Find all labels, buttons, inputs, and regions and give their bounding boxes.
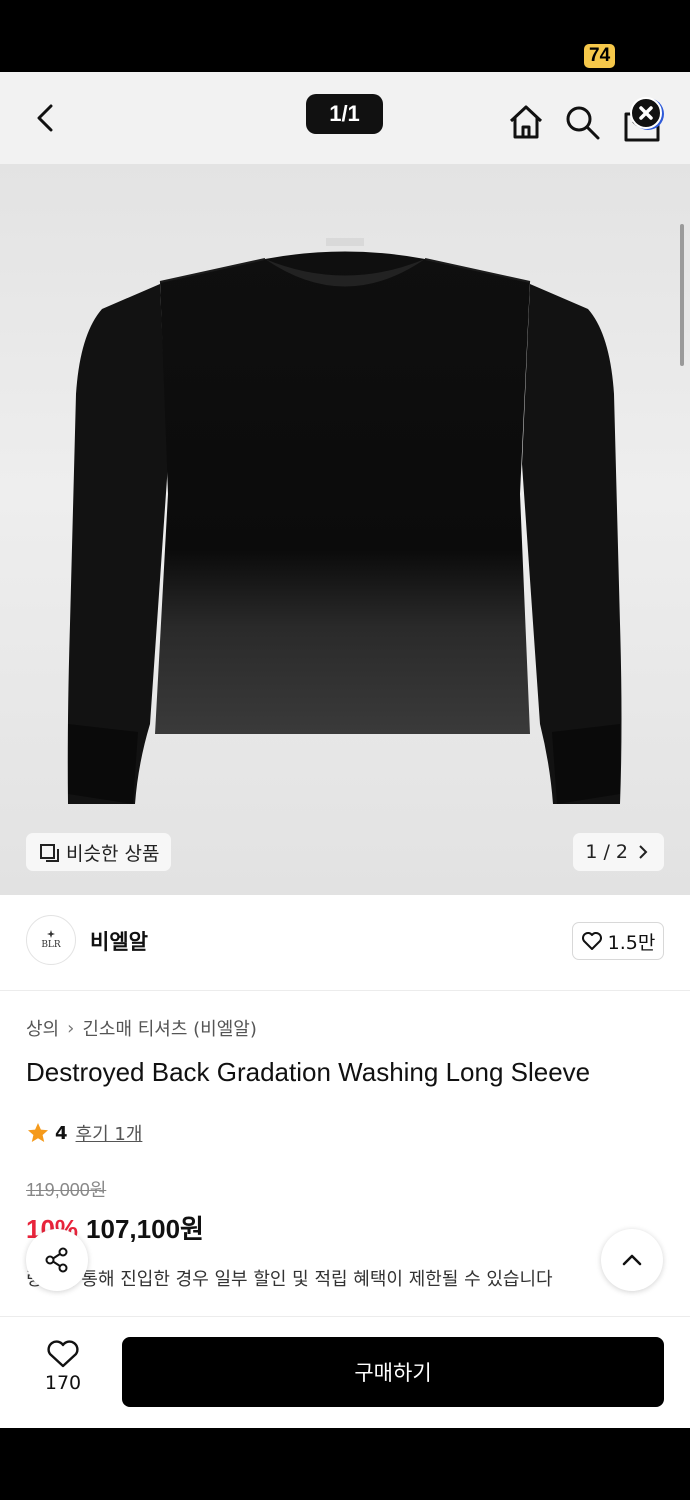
brand-logo[interactable]: BLR bbox=[26, 915, 76, 965]
back-arrow-icon bbox=[37, 104, 53, 132]
breadcrumb-subcategory[interactable]: 긴소매 티셔츠 (비엘알) bbox=[82, 1015, 257, 1041]
star-icon bbox=[28, 1123, 48, 1142]
share-button[interactable] bbox=[26, 1229, 88, 1291]
brand-row[interactable]: BLR 비엘알 1.5만 bbox=[0, 895, 690, 991]
image-counter-button[interactable]: 1 / 2 bbox=[573, 833, 664, 871]
wishlist-count: 170 bbox=[44, 1372, 82, 1394]
product-image-carousel[interactable]: 비슷한 상품 1 / 2 bbox=[0, 164, 690, 895]
original-price: 119,000원 bbox=[26, 1180, 107, 1200]
scroll-indicator bbox=[680, 224, 684, 366]
top-header: 1/1 bbox=[0, 72, 690, 164]
rating-value: 4 bbox=[55, 1122, 68, 1144]
share-icon bbox=[45, 1247, 68, 1273]
rating-row: 4 후기 1개 bbox=[26, 1120, 142, 1146]
home-button[interactable] bbox=[506, 102, 546, 142]
search-button[interactable] bbox=[562, 102, 602, 142]
home-icon bbox=[509, 105, 543, 139]
similar-products-label: 비슷한 상품 bbox=[66, 842, 160, 865]
product-image bbox=[67, 238, 622, 804]
breadcrumb-category[interactable]: 상의 bbox=[26, 1015, 59, 1041]
image-counter-label: 1 / 2 bbox=[585, 841, 628, 863]
wishlist-button[interactable]: 170 bbox=[30, 1339, 96, 1405]
chevron-right-icon bbox=[639, 845, 648, 859]
heart-icon bbox=[47, 1340, 79, 1368]
close-icon bbox=[639, 106, 653, 120]
link-discount-notice: 링크를 통해 진입한 경우 일부 할인 및 적립 혜택이 제한될 수 있습니다 bbox=[26, 1269, 553, 1290]
brand-logo-image: BLR bbox=[41, 930, 61, 950]
brand-logo-text: BLR bbox=[41, 940, 61, 950]
product-title: Destroyed Back Gradation Washing Long Sl… bbox=[26, 1057, 591, 1087]
back-button[interactable] bbox=[26, 98, 66, 138]
buy-button[interactable]: 구매하기 bbox=[122, 1337, 664, 1407]
search-icon bbox=[566, 106, 600, 140]
chevron-up-icon bbox=[622, 1254, 642, 1266]
bottom-action-bar: 170 구매하기 bbox=[0, 1316, 690, 1428]
product-screen: 1/1 비슷한 상품 1 / 2 BLR 비엘알 1.5만 상의 › 긴소매 티… bbox=[0, 72, 690, 1428]
image-page-indicator: 1/1 bbox=[306, 94, 383, 134]
brand-like-button[interactable]: 1.5만 bbox=[572, 922, 664, 960]
scroll-top-button[interactable] bbox=[601, 1229, 663, 1291]
brand-name[interactable]: 비엘알 bbox=[90, 926, 148, 956]
similar-products-button[interactable]: 비슷한 상품 bbox=[26, 833, 172, 871]
breadcrumb: 상의 › 긴소매 티셔츠 (비엘알) bbox=[26, 1015, 257, 1041]
battery-indicator: 74 bbox=[584, 44, 616, 68]
status-bar: 74 bbox=[0, 0, 690, 72]
review-link[interactable]: 후기 1개 bbox=[76, 1120, 143, 1146]
similar-items-icon bbox=[40, 844, 59, 862]
close-overlay-button[interactable] bbox=[630, 97, 662, 129]
sale-price: 107,100원 bbox=[86, 1214, 204, 1244]
bottom-safe-area bbox=[0, 1428, 690, 1500]
chevron-right-icon: › bbox=[67, 1017, 75, 1039]
heart-icon bbox=[581, 932, 602, 950]
brand-like-count: 1.5만 bbox=[607, 931, 656, 954]
